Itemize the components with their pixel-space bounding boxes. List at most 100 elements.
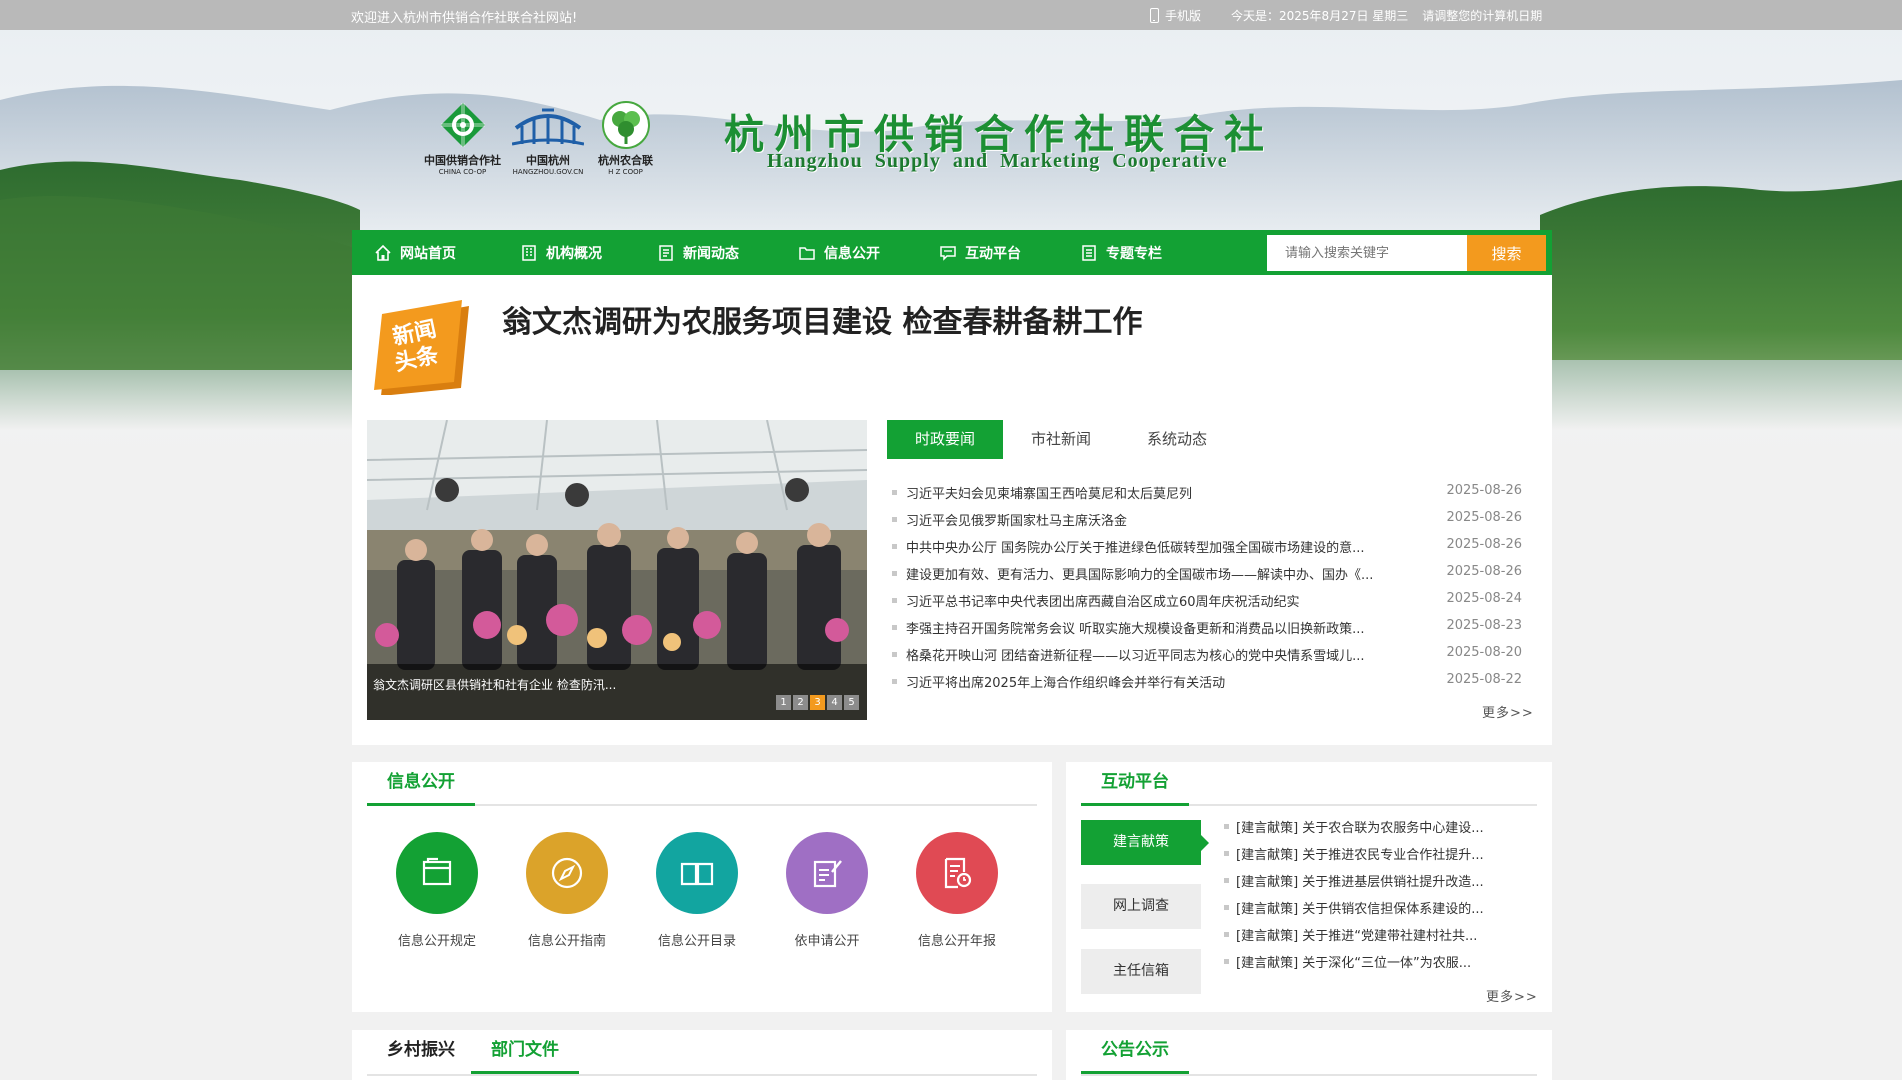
list-icon [1082, 244, 1096, 261]
tab-coop-news[interactable]: 市社新闻 [1003, 420, 1119, 459]
nav-item-about[interactable]: 机构概况 [520, 230, 602, 275]
slideshow-page-2[interactable]: 2 [793, 695, 808, 710]
info-open-annual-report[interactable]: 信息公开年报 [892, 832, 1022, 949]
logo-subcaption: HANGZHOU.GOV.CN [512, 168, 584, 176]
headline-news-panel: 新闻 头条 翁文杰调研为农服务项目建设 检查春耕备耕工作 翁文杰调研区县供销社和… [352, 275, 1552, 745]
list-item: [建言献策] 关于深化“三位一体”为农服... [1224, 952, 1534, 979]
tab-director-mailbox[interactable]: 主任信箱 [1081, 949, 1201, 994]
news-date: 2025-08-26 [1446, 537, 1522, 552]
list-item: [建言献策] 关于推进基层供销社提升改造... [1224, 871, 1534, 898]
compass-icon [551, 857, 583, 889]
logo-caption: 杭州农合联 [598, 154, 653, 167]
list-item: [建言献策] 关于供销农信担保体系建设的... [1224, 898, 1534, 925]
info-open-title[interactable]: 信息公开 [367, 762, 475, 806]
news-date: 2025-08-26 [1446, 564, 1522, 579]
news-more-link[interactable]: 更多>> [1482, 702, 1534, 721]
announcement-title[interactable]: 公告公示 [1081, 1030, 1189, 1074]
suggestion-title[interactable]: [建言献策] 关于供销农信担保体系建设的... [1236, 898, 1484, 917]
hangzhou-gate-icon [512, 108, 584, 146]
rural-docs-panel: 乡村振兴 部门文件 [352, 1030, 1052, 1080]
site-header: 中国供销合作社 CHINA CO-OP 中国杭州 HANGZHOU.GOV.CN… [0, 30, 1902, 230]
slideshow-page-3[interactable]: 3 [810, 695, 825, 710]
logo-subcaption: H Z COOP [608, 168, 643, 176]
news-title[interactable]: 习近平将出席2025年上海合作组织峰会并举行有关活动 [906, 672, 1426, 691]
news-title[interactable]: 习近平夫妇会见柬埔寨国王西哈莫尼和太后莫尼列 [906, 483, 1426, 502]
nav-item-interactive[interactable]: 互动平台 [939, 230, 1021, 275]
tab-suggestions[interactable]: 建言献策 [1081, 820, 1209, 865]
slideshow-page-1[interactable]: 1 [776, 695, 791, 710]
nav-item-label: 信息公开 [824, 245, 880, 262]
top-bar: 欢迎进入杭州市供销合作社联合社网站! 手机版 今天是：2025年8月27日 星期… [0, 0, 1902, 30]
info-open-by-request[interactable]: 依申请公开 [762, 832, 892, 949]
list-item: 李强主持召开国务院常务会议 听取实施大规模设备更新和消费品以旧换新政策... 20… [892, 618, 1532, 645]
interactive-more-link[interactable]: 更多>> [1486, 986, 1538, 1005]
logo-caption: 中国杭州 [526, 154, 570, 167]
slideshow-caption[interactable]: 翁文杰调研区县供销社和社有企业 检查防汛... [373, 676, 616, 693]
nav-item-home[interactable]: 网站首页 [374, 230, 456, 275]
nav-item-special[interactable]: 专题专栏 [1080, 230, 1162, 275]
news-title[interactable]: 李强主持召开国务院常务会议 听取实施大规模设备更新和消费品以旧换新政策... [906, 618, 1426, 637]
search-input[interactable] [1267, 235, 1467, 271]
news-title[interactable]: 建设更加有效、更有活力、更具国际影响力的全国碳市场——解读中办、国办《... [906, 564, 1426, 583]
nav-item-info-open[interactable]: 信息公开 [798, 230, 880, 275]
folder-icon [799, 246, 815, 260]
top-bar-right: 手机版 今天是：2025年8月27日 星期三 请调整您的计算机日期 [1150, 7, 1542, 24]
tab-online-survey[interactable]: 网上调查 [1081, 884, 1201, 929]
news-title[interactable]: 格桑花开映山河 团结奋进新征程——以习近平同志为核心的党中央情系雪域儿... [906, 645, 1426, 664]
nav-item-news[interactable]: 新闻动态 [657, 230, 739, 275]
tab-political-news[interactable]: 时政要闻 [887, 420, 1003, 459]
circle-label: 信息公开指南 [527, 934, 606, 949]
news-title[interactable]: 习近平总书记率中央代表团出席西藏自治区成立60周年庆祝活动纪实 [906, 591, 1426, 610]
china-coop-emblem-icon [440, 103, 485, 147]
news-date: 2025-08-23 [1446, 618, 1522, 633]
slideshow-pager: 1 2 3 4 5 [776, 695, 859, 710]
circle-bg [396, 832, 478, 914]
tab-department-documents[interactable]: 部门文件 [471, 1030, 579, 1074]
suggestion-title[interactable]: [建言献策] 关于深化“三位一体”为农服... [1236, 952, 1471, 971]
tab-rural-revitalization[interactable]: 乡村振兴 [367, 1030, 475, 1074]
news-photo-slideshow[interactable]: 翁文杰调研区县供销社和社有企业 检查防汛... 1 2 3 4 5 [367, 420, 867, 720]
nav-item-label: 网站首页 [400, 245, 456, 262]
news-title[interactable]: 习近平会见俄罗斯国家杜马主席沃洛金 [906, 510, 1426, 529]
mobile-version-link[interactable]: 手机版 [1165, 7, 1201, 24]
suggestion-title[interactable]: [建言献策] 关于推进农民专业合作社提升... [1236, 844, 1484, 863]
search-button[interactable]: 搜索 [1467, 235, 1546, 271]
list-item: 习近平会见俄罗斯国家杜马主席沃洛金 2025-08-26 [892, 510, 1532, 537]
china-hangzhou-logo: 中国杭州 HANGZHOU.GOV.CN [512, 100, 584, 176]
info-open-catalog[interactable]: 信息公开目录 [632, 832, 762, 949]
welcome-text: 欢迎进入杭州市供销合作社联合社网站! [351, 11, 578, 26]
news-tabs: 时政要闻 市社新闻 系统动态 [887, 420, 1235, 459]
info-open-guide[interactable]: 信息公开指南 [502, 832, 632, 949]
circle-label: 信息公开目录 [657, 934, 736, 949]
suggestion-title[interactable]: [建言献策] 关于推进“党建带社建村社共... [1236, 925, 1477, 944]
circle-bg [916, 832, 998, 914]
news-date: 2025-08-24 [1446, 591, 1522, 606]
list-item: 习近平总书记率中央代表团出席西藏自治区成立60周年庆祝活动纪实 2025-08-2… [892, 591, 1532, 618]
news-date: 2025-08-26 [1446, 510, 1522, 525]
news-date: 2025-08-20 [1446, 645, 1522, 660]
list-item: 习近平夫妇会见柬埔寨国王西哈莫尼和太后莫尼列 2025-08-26 [892, 483, 1532, 510]
info-open-panel: 信息公开 信息公开规定 信息公开指南 信息公开目录 依申请公开 信息公开年报 [352, 762, 1052, 1012]
clover-icon [601, 101, 650, 149]
interactive-title[interactable]: 互动平台 [1081, 762, 1189, 806]
tab-system-news[interactable]: 系统动态 [1119, 420, 1235, 459]
list-item: 习近平将出席2025年上海合作组织峰会并举行有关活动 2025-08-22 [892, 672, 1532, 699]
panel-header: 公告公示 [1081, 1030, 1537, 1076]
suggestion-title[interactable]: [建言献策] 关于推进基层供销社提升改造... [1236, 871, 1484, 890]
circle-label: 信息公开年报 [917, 934, 996, 949]
info-open-rules[interactable]: 信息公开规定 [372, 832, 502, 949]
news-title[interactable]: 中共中央办公厅 国务院办公厅关于推进绿色低碳转型加强全国碳市场建设的意... [906, 537, 1426, 556]
logo-subcaption: CHINA CO-OP [438, 168, 487, 176]
circle-label: 信息公开规定 [397, 934, 476, 949]
building-icon [522, 244, 536, 261]
slideshow-page-4[interactable]: 4 [827, 695, 842, 710]
panel-header: 乡村振兴 部门文件 [367, 1030, 1037, 1076]
interactive-panel: 互动平台 建言献策 网上调查 主任信箱 [建言献策] 关于农合联为农服务中心建设… [1066, 762, 1552, 1012]
circle-bg [656, 832, 738, 914]
news-date: 2025-08-26 [1446, 483, 1522, 498]
book-icon [680, 862, 714, 886]
headline-title[interactable]: 翁文杰调研为农服务项目建设 检查春耕备耕工作 [502, 297, 1142, 341]
edit-icon [813, 860, 842, 888]
slideshow-page-5[interactable]: 5 [844, 695, 859, 710]
suggestion-title[interactable]: [建言献策] 关于农合联为农服务中心建设... [1236, 817, 1484, 836]
